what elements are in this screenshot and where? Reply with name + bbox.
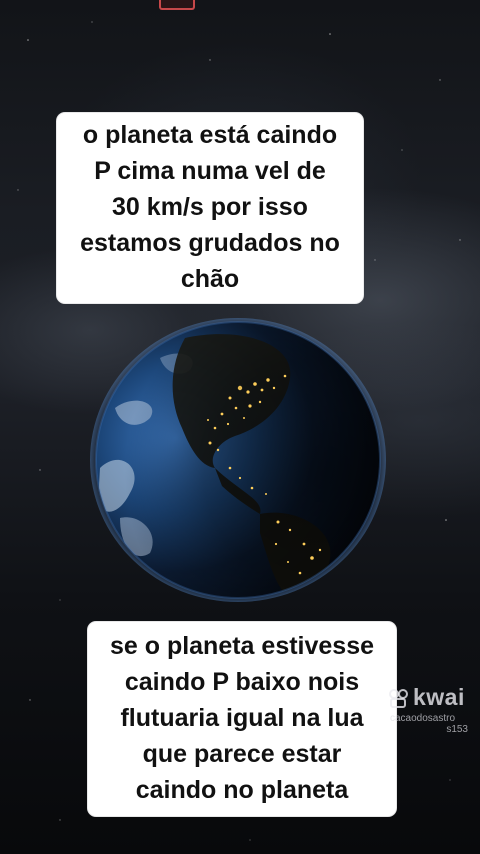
kwai-brand-text: kwai [413,684,465,710]
watermark-brand-row: kwai [388,684,480,711]
caption-bottom: se o planeta estivesse caindo P baixo no… [88,622,396,816]
kwai-logo-icon [389,688,408,708]
caption-top: o planeta está caindo P cima numa vel de… [57,113,363,303]
kwai-watermark: kwai cacaodosastro s153 [388,684,480,735]
top-thumbnail-edge [159,0,195,10]
earth-globe-image [90,318,386,602]
watermark-id: s153 [446,724,468,735]
video-frame[interactable]: o planeta está caindo P cima numa vel de… [0,0,480,854]
watermark-username: cacaodosastro [390,713,456,724]
